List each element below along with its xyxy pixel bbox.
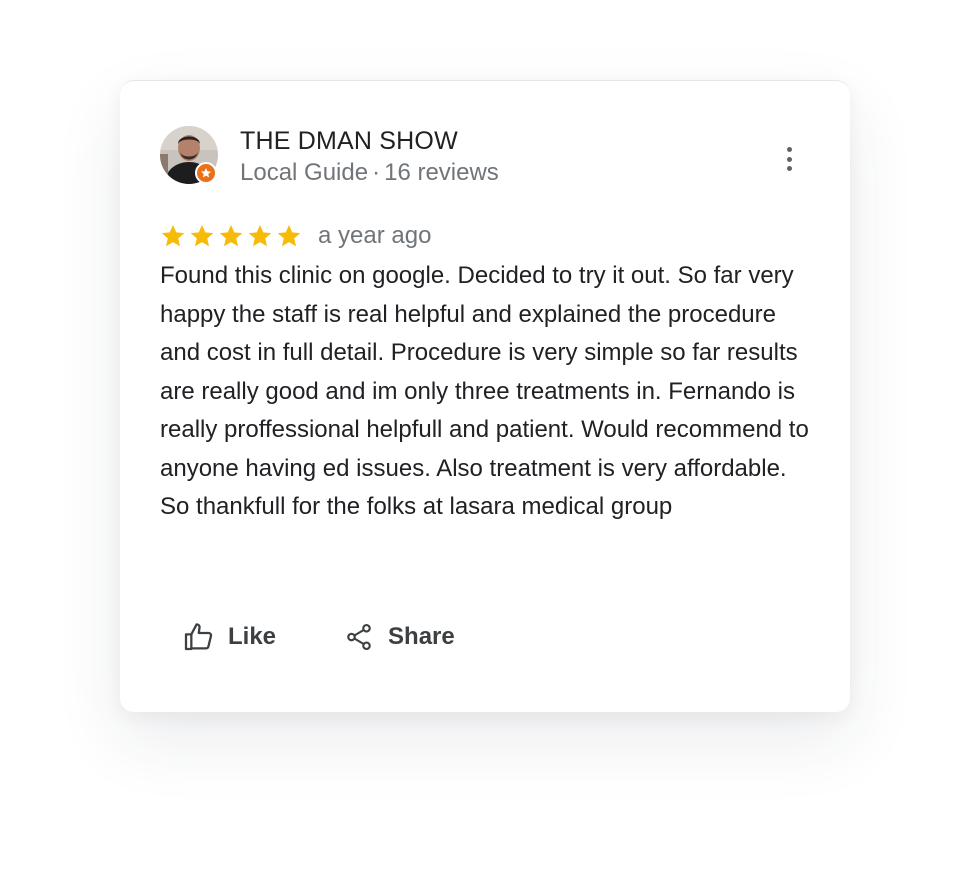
- more-dot: [786, 166, 792, 171]
- share-button[interactable]: Share: [344, 622, 455, 652]
- star-rating: [160, 223, 302, 249]
- share-label: Share: [388, 623, 455, 650]
- author-avatar[interactable]: [160, 126, 218, 184]
- thumbs-up-icon: [182, 621, 214, 653]
- star-icon: [160, 223, 186, 249]
- rating-row: a year ago: [160, 219, 431, 253]
- more-dot: [786, 156, 792, 162]
- review-actions: Like Share: [182, 617, 455, 657]
- star-icon: [276, 223, 302, 249]
- star-icon: [218, 223, 244, 249]
- author-name[interactable]: THE DMAN SHOW: [240, 127, 458, 156]
- local-guide-label: Local Guide: [240, 159, 369, 186]
- page: THE DMAN SHOW Local Guide · 16 reviews a y…: [0, 0, 972, 874]
- review-date: a year ago: [318, 222, 432, 249]
- star-icon: [189, 223, 215, 249]
- more-dot: [786, 147, 792, 152]
- star-icon: [247, 223, 273, 249]
- share-icon: [344, 622, 374, 652]
- reviews-count: 16 reviews: [384, 159, 499, 186]
- more-vertical-icon[interactable]: [777, 145, 801, 173]
- local-guide-star-icon: [195, 162, 217, 184]
- review-text: Found this clinic on google. Decided to …: [160, 262, 809, 520]
- like-label: Like: [228, 623, 277, 650]
- like-button[interactable]: Like: [182, 621, 276, 653]
- review-card: THE DMAN SHOW Local Guide · 16 reviews a y…: [120, 80, 850, 712]
- author-meta: Local Guide · 16 reviews: [240, 159, 499, 187]
- meta-separator: ·: [372, 159, 381, 186]
